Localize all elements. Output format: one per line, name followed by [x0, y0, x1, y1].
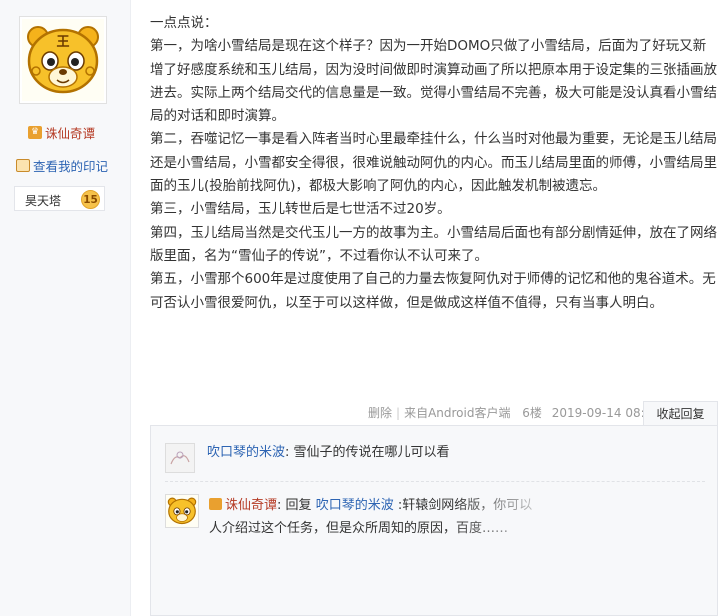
avatar[interactable]: 王: [19, 16, 107, 104]
level-name: 昊天塔: [25, 194, 62, 208]
post-paragraph: 第一，为啥小雪结局是现在这个样子？因为一开始DOMO只做了小雪结局，后面为了好玩…: [150, 38, 717, 125]
username-text: 诛仙奇谭: [45, 126, 96, 141]
vip-icon: ♛: [28, 126, 42, 139]
fade-overlay: [451, 490, 711, 550]
reply-word: 回复: [285, 498, 312, 513]
avatar[interactable]: [165, 443, 195, 473]
floor-number: 6楼: [522, 406, 542, 420]
comment-box: 吹口琴的米波: 雪仙子的传说在哪儿可以看 诛仙奇谭: 回复 吹口琴的米波 :轩辕…: [150, 425, 718, 616]
collapse-reply-button[interactable]: 收起回复: [643, 401, 718, 425]
post-paragraph: 第二，吞噬记忆一事是看入阵者当时心里最牵挂什么，什么当时对他最为重要，无论是玉儿…: [150, 131, 717, 195]
view-marks-text: 查看我的印记: [33, 159, 109, 174]
comment-item: 吹口琴的米波: 雪仙子的传说在哪儿可以看: [165, 443, 705, 477]
comment-text: 吹口琴的米波: 雪仙子的传说在哪儿可以看: [207, 441, 537, 464]
delete-link[interactable]: 删除: [368, 406, 392, 420]
comment-username[interactable]: 诛仙奇谭: [225, 498, 277, 513]
post-footer: 删除 | 来自Android客户端 6楼 2019-09-14 08:48: [368, 404, 660, 421]
colon: :: [277, 498, 286, 513]
post-paragraph: 一点点说：: [150, 15, 218, 31]
level-badge: 15: [81, 190, 100, 209]
colon: :: [285, 445, 294, 460]
tiger-avatar-icon: [166, 495, 198, 527]
level-box[interactable]: 昊天塔 15: [14, 186, 105, 211]
source-text: 来自Android客户端: [404, 406, 511, 420]
sketch-avatar-icon: [166, 444, 194, 472]
vip-icon: [209, 498, 222, 510]
comment-username[interactable]: 吹口琴的米波: [207, 445, 285, 460]
separator: |: [396, 406, 401, 420]
svg-text:王: 王: [56, 35, 69, 50]
divider: [165, 481, 705, 482]
username-link[interactable]: ♛ 诛仙奇谭: [28, 123, 95, 142]
avatar[interactable]: [165, 494, 199, 528]
post-paragraph: 第五，小雪那个600年是过度使用了自己的力量去恢复阿仇对于师傅的记忆和他的鬼谷道…: [150, 271, 716, 311]
post-content: 一点点说： 第一，为啥小雪结局是现在这个样子？因为一开始DOMO只做了小雪结局，…: [150, 12, 718, 315]
comment-body: 雪仙子的传说在哪儿可以看: [293, 445, 450, 460]
post-paragraph: 第四，玉儿结局当然是交代玉儿一方的故事为主。小雪结局后面也有部分剧情延伸，放在了…: [150, 224, 717, 264]
reply-target-username[interactable]: 吹口琴的米波: [316, 498, 394, 513]
user-sidebar: 王 ♛ 诛仙奇谭 查看我的印记 昊天塔 15: [0, 0, 131, 616]
tiger-avatar-icon: 王: [22, 19, 104, 101]
post-paragraph: 第三，小雪结局，玉儿转世后是七世活不过20岁。: [150, 201, 451, 218]
view-marks-link[interactable]: 查看我的印记: [16, 156, 108, 175]
mark-icon: [16, 159, 30, 172]
